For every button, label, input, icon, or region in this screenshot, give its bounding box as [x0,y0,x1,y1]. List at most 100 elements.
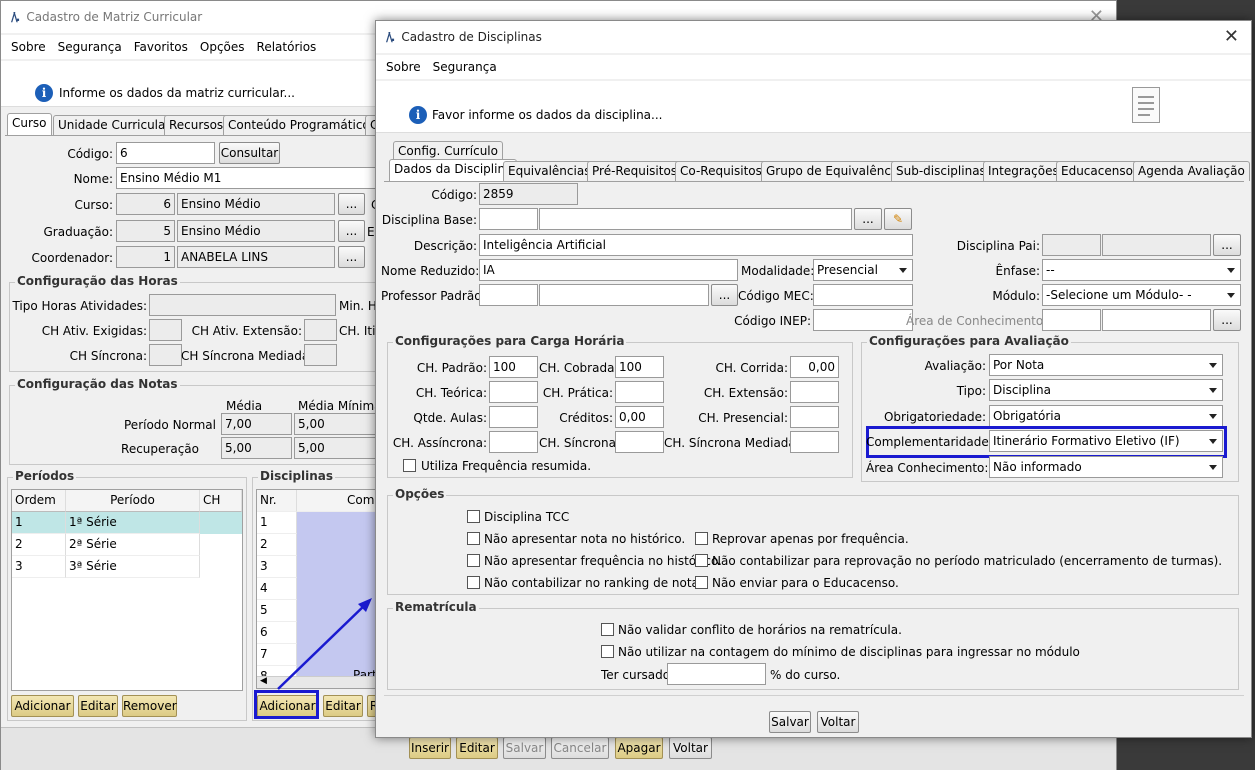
nao-nota-historico-label: Não apresentar nota no histórico. [484,532,686,546]
area-conhecimento-nome [1102,309,1211,331]
nao-frequencia-historico-label: Não apresentar frequência no histórico. [484,554,722,568]
nao-educacenso-checkbox[interactable] [695,576,708,589]
opcoes-title: Opções [393,487,447,501]
disciplina-tcc-label: Disciplina TCC [484,510,570,524]
obrigatoriedade-label: Obrigatoriedade: [883,410,986,424]
cod-inep-label: Código INEP: [734,314,811,328]
ch-presencial-input[interactable] [790,406,839,428]
ter-cursado-label: Ter cursado: [601,668,675,682]
disc-base-lookup-button[interactable]: ... [854,208,882,230]
dlg-titlebar: /\. Cadastro de Disciplinas ✕ [376,21,1251,53]
dlg-close-icon[interactable]: ✕ [1224,26,1239,47]
tipo-label: Tipo: [956,384,986,398]
ch-sincrona-input[interactable] [615,431,664,453]
dlg-logo-icon: /\. [386,30,395,44]
nao-frequencia-historico-checkbox[interactable] [467,554,480,567]
ch-corrida-input[interactable]: 0,00 [790,356,839,378]
disc-base-nome [539,208,852,230]
dlg-title: Cadastro de Disciplinas [401,30,542,44]
tab-grupo-equivalencia[interactable]: Grupo de Equivalência [761,161,907,181]
area-con-label: Área Conhecimento: [866,461,989,475]
disc-base-id[interactable] [479,208,538,230]
area-conhecimento-id[interactable] [1042,309,1101,331]
ch-assincrona-input[interactable] [489,431,538,453]
disc-pai-label: Disciplina Pai: [956,239,1040,253]
disc-pai-id[interactable] [1042,234,1101,256]
tab-co-requisitos[interactable]: Co-Requisitos [675,161,767,181]
tab-integracoes[interactable]: Integrações [983,161,1064,181]
avaliacao-title: Configurações para Avaliação [867,334,1071,348]
modalidade-select[interactable]: Presencial [813,259,913,281]
ch-extensao-input[interactable] [790,381,839,403]
nao-utilizar-contagem-label: Não utilizar na contagem do mínimo de di… [618,645,1080,659]
tab-agenda-avaliacao[interactable]: Agenda Avaliação [1133,161,1250,181]
disc-pai-lookup-button[interactable]: ... [1213,234,1241,256]
dlg-salvar-button[interactable]: Salvar [769,711,811,733]
ch-assincrona-label: CH. Assíncrona: [392,436,487,450]
tab-equivalencias[interactable]: Equivalências [503,161,596,181]
cod-inep-input[interactable] [813,309,913,331]
ch-sincrona-mediada-label: CH. Síncrona Mediada: [664,436,800,450]
cod-mec-label: Código MEC: [738,289,814,303]
modalidade-label: Modalidade: [741,264,815,278]
professor-lookup-button[interactable]: ... [711,284,738,306]
nao-validar-conflito-label: Não validar conflito de horários na rema… [618,623,902,637]
area-conhecimento-label: Área de Conhecimento: [906,314,1048,328]
ch-padrao-label: CH. Padrão: [416,361,487,375]
nao-validar-conflito-checkbox[interactable] [601,623,614,636]
freq-resumida-checkbox[interactable] [403,459,416,472]
dlg-infobar: i Favor informe os dados da disciplina..… [376,81,1251,133]
tab-pre-requisitos[interactable]: Pré-Requisitos [587,161,683,181]
carga-title: Configurações para Carga Horária [393,334,627,348]
nao-ranking-checkbox[interactable] [467,576,480,589]
qtde-aulas-input[interactable] [489,406,538,428]
creditos-input[interactable]: 0,00 [615,406,664,428]
area-conhecimento-lookup-button[interactable]: ... [1213,309,1241,331]
dlg-codigo-label: Código: [431,188,477,202]
nao-contabilizar-reprovacao-label: Não contabilizar para reprovação no perí… [712,554,1223,568]
complementaridade-label: Complementaridade: [866,435,993,449]
area-con-select[interactable]: Não informado [989,456,1223,478]
ch-cobrada-label: CH. Cobrada: [539,361,619,375]
pct-curso-label: % do curso. [770,668,841,682]
dlg-menubar: Sobre Segurança [376,55,1251,79]
dlg-tabs: Dados da Disciplina Equivalências Pré-Re… [386,159,1250,181]
dlg-info-text: Favor informe os dados da disciplina... [432,108,663,122]
ch-padrao-input[interactable]: 100 [489,356,538,378]
ch-sincrona-label: CH. Síncrona: [539,436,620,450]
professor-nome [539,284,709,306]
disciplina-tcc-checkbox[interactable] [467,510,480,523]
dlg-menu-seguranca[interactable]: Segurança [433,60,497,74]
nome-reduzido-input[interactable]: IA [479,259,738,281]
complementaridade-select[interactable]: Itinerário Formativo Eletivo (IF) [989,430,1223,452]
professor-id[interactable] [479,284,538,306]
reprovar-frequencia-checkbox[interactable] [695,532,708,545]
nao-contabilizar-reprovacao-checkbox[interactable] [695,554,708,567]
modulo-select[interactable]: -Selecione um Módulo- - [1042,284,1241,306]
ch-teorica-label: CH. Teórica: [415,386,487,400]
tab-config-curriculo[interactable]: Config. Currículo [393,141,503,161]
document-icon [1132,87,1160,123]
enfase-select[interactable]: -- [1042,259,1241,281]
ch-sincrona-mediada-input[interactable] [790,431,839,453]
cod-mec-input[interactable] [813,284,913,306]
avaliacao-select[interactable]: Por Nota [989,354,1223,376]
ter-cursado-input[interactable] [667,663,766,685]
professor-label: Professor Padrão: [381,289,486,303]
obrigatoriedade-select[interactable]: Obrigatória [989,405,1223,427]
reprovar-frequencia-label: Reprovar apenas por frequência. [712,532,909,546]
tab-educacenso[interactable]: Educacenso [1056,161,1138,181]
dlg-codigo-input[interactable]: 2859 [479,183,578,205]
ch-pratica-input[interactable] [615,381,664,403]
tab-sub-disciplinas[interactable]: Sub-disciplinas [891,161,991,181]
ch-cobrada-input[interactable]: 100 [615,356,664,378]
nao-utilizar-contagem-checkbox[interactable] [601,645,614,658]
ch-teorica-input[interactable] [489,381,538,403]
dlg-voltar-button[interactable]: Voltar [817,711,859,733]
nao-nota-historico-checkbox[interactable] [467,532,480,545]
edit-pencil-icon[interactable]: ✎ [884,208,912,230]
descricao-input[interactable]: Inteligência Artificial [479,234,913,256]
tab-dados-disciplina[interactable]: Dados da Disciplina [389,159,518,181]
tipo-select[interactable]: Disciplina [989,379,1223,401]
dlg-menu-sobre[interactable]: Sobre [386,60,421,74]
